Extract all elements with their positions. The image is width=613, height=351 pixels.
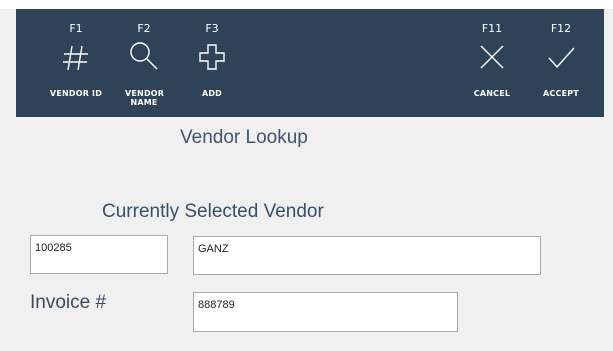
hash-icon [59,40,93,74]
page-title: Vendor Lookup [180,127,308,148]
accept-button[interactable]: F12 ACCEPT [528,9,594,117]
accept-label: ACCEPT [543,89,579,98]
f11-key-label: F11 [481,22,503,35]
x-icon [475,40,509,74]
invoice-number-field[interactable]: 888789 [193,292,458,332]
add-button[interactable]: F3 ADD [184,9,240,117]
function-key-toolbar: F1 VENDOR ID F2 VENDOR NAME F3 ADD F11 C… [16,9,604,117]
f12-key-label: F12 [550,22,572,35]
f3-key-label: F3 [205,22,219,35]
add-label: ADD [201,89,223,98]
cancel-button[interactable]: F11 CANCEL [460,9,524,117]
cancel-label: CANCEL [473,89,511,98]
invoice-label: Invoice # [30,292,107,313]
vendor-id-field[interactable]: 100285 [30,235,168,274]
plus-icon [195,40,229,74]
vendor-name-field[interactable]: GANZ [193,236,541,275]
vendor-name-label: VENDOR NAME [114,89,174,107]
top-strip [0,0,613,9]
check-icon [544,40,578,74]
vendor-id-label: VENDOR ID [49,89,103,98]
f2-key-label: F2 [137,22,151,35]
vendor-id-button[interactable]: F1 VENDOR ID [44,9,108,117]
vendor-name-label-text: VENDOR NAME [125,89,165,107]
f1-key-label: F1 [69,22,83,35]
magnifier-icon [127,40,161,74]
selected-vendor-heading: Currently Selected Vendor [102,201,324,222]
vendor-name-button[interactable]: F2 VENDOR NAME [114,9,174,117]
